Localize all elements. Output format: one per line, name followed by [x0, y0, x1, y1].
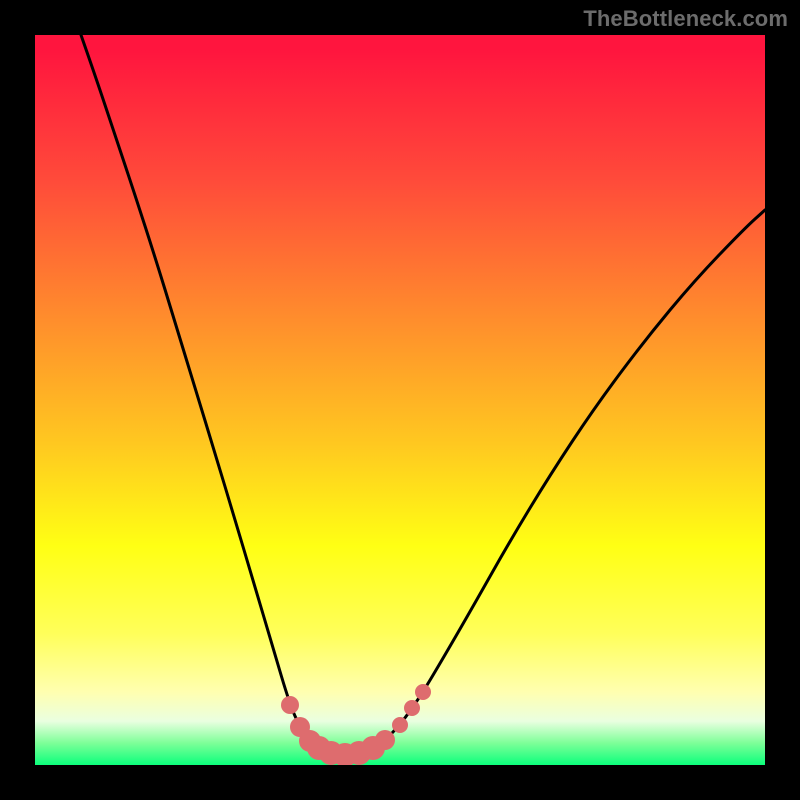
highlight-marker: [392, 717, 408, 733]
highlight-marker: [404, 700, 420, 716]
bottleneck-curve: [81, 35, 765, 755]
highlight-marker: [281, 696, 299, 714]
highlight-marker: [375, 730, 395, 750]
chart-plot-area: [35, 35, 765, 765]
highlight-marker: [415, 684, 431, 700]
watermark-text: TheBottleneck.com: [583, 6, 788, 32]
chart-frame: TheBottleneck.com: [0, 0, 800, 800]
chart-svg: [35, 35, 765, 765]
